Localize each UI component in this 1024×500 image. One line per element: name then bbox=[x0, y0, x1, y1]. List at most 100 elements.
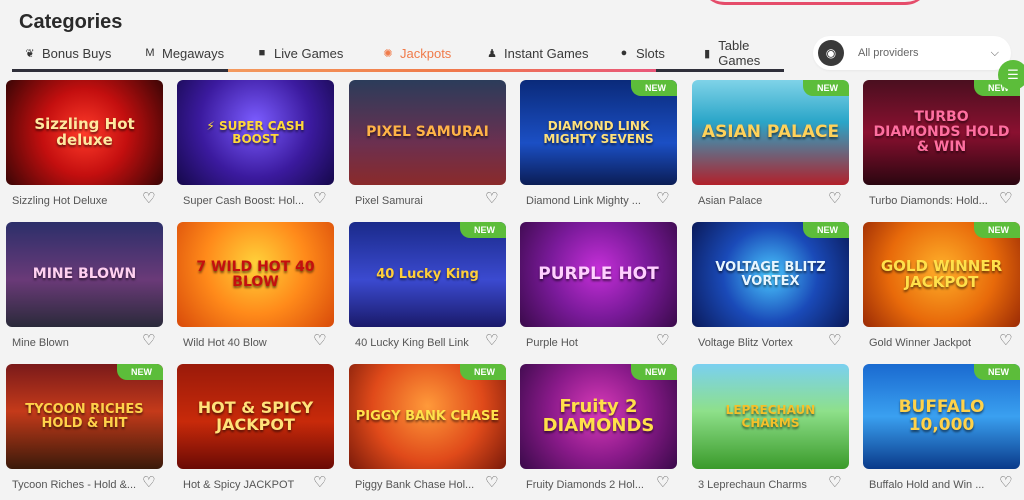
tab-label: Table Games bbox=[718, 38, 761, 68]
heart-icon[interactable]: ♡ bbox=[999, 333, 1012, 348]
game-title[interactable]: Super Cash Boost: Hol... bbox=[183, 195, 307, 207]
game-logo: ASIAN PALACE bbox=[701, 121, 840, 142]
game-card[interactable]: PURPLE HOT Purple Hot ♡ bbox=[520, 222, 677, 358]
game-thumbnail[interactable]: LEPRECHAUN CHARMS bbox=[692, 364, 849, 469]
game-card[interactable]: 40 Lucky King NEW 40 Lucky King Bell Link ♡ bbox=[349, 222, 506, 358]
chevron-down-icon: ⌵ bbox=[990, 46, 999, 59]
tab-megaways[interactable]: M Megaways bbox=[144, 38, 224, 68]
game-title[interactable]: Buffalo Hold and Win ... bbox=[869, 479, 993, 491]
game-card[interactable]: MINE BLOWN Mine Blown ♡ bbox=[6, 222, 163, 358]
provider-select[interactable]: ◉ All providers ⌵ bbox=[813, 36, 1011, 70]
game-card[interactable]: ASIAN PALACE NEW Asian Palace ♡ bbox=[692, 80, 849, 216]
game-thumbnail[interactable]: PURPLE HOT bbox=[520, 222, 677, 327]
game-thumbnail[interactable]: 40 Lucky King NEW bbox=[349, 222, 506, 327]
heart-icon[interactable]: ♡ bbox=[485, 333, 498, 348]
game-logo: HOT & SPICY JACKPOT bbox=[197, 397, 314, 434]
game-title[interactable]: Turbo Diamonds: Hold... bbox=[869, 195, 993, 207]
game-thumbnail[interactable]: VOLTAGE BLITZ VORTEX NEW bbox=[692, 222, 849, 327]
tab-bonus-buys[interactable]: ❦ Bonus Buys bbox=[24, 38, 111, 68]
heart-icon[interactable]: ♡ bbox=[313, 475, 326, 490]
new-badge: NEW bbox=[460, 364, 506, 380]
game-title[interactable]: Asian Palace bbox=[698, 195, 822, 207]
heart-icon[interactable]: ♡ bbox=[999, 475, 1012, 490]
game-title[interactable]: 40 Lucky King Bell Link bbox=[355, 337, 479, 349]
game-title[interactable]: Wild Hot 40 Blow bbox=[183, 337, 307, 349]
game-card[interactable]: Fruity 2 DIAMONDS NEW Fruity Diamonds 2 Ho… bbox=[520, 364, 677, 500]
game-thumbnail[interactable]: 7 WILD HOT 40 BLOW bbox=[177, 222, 334, 327]
game-title[interactable]: Piggy Bank Chase Hol... bbox=[355, 479, 479, 491]
game-thumbnail[interactable]: HOT & SPICY JACKPOT bbox=[177, 364, 334, 469]
game-logo: DIAMOND LINK MIGHTY SEVENS bbox=[543, 118, 654, 146]
new-badge: NEW bbox=[974, 364, 1020, 380]
heart-icon[interactable]: ♡ bbox=[828, 475, 841, 490]
game-thumbnail[interactable]: Fruity 2 DIAMONDS NEW bbox=[520, 364, 677, 469]
game-title[interactable]: Fruity Diamonds 2 Hol... bbox=[526, 479, 650, 491]
game-card[interactable]: DIAMOND LINK MIGHTY SEVENS NEW Diamond Lin… bbox=[520, 80, 677, 216]
heart-icon[interactable]: ♡ bbox=[656, 333, 669, 348]
game-title[interactable]: Mine Blown bbox=[12, 337, 136, 349]
game-card[interactable]: PIGGY BANK CHASE NEW Piggy Bank Chase Hol.… bbox=[349, 364, 506, 500]
tab-live-games[interactable]: ■ Live Games bbox=[256, 38, 344, 68]
game-title[interactable]: Hot & Spicy JACKPOT bbox=[183, 479, 307, 491]
game-title[interactable]: Diamond Link Mighty ... bbox=[526, 195, 650, 207]
game-thumbnail[interactable]: MINE BLOWN bbox=[6, 222, 163, 327]
new-badge: NEW bbox=[803, 80, 849, 96]
tab-instant-games[interactable]: ♟ Instant Games bbox=[486, 38, 588, 68]
game-thumbnail[interactable]: Sizzling Hot deluxe bbox=[6, 80, 163, 185]
game-title[interactable]: Voltage Blitz Vortex bbox=[698, 337, 822, 349]
game-thumbnail[interactable]: DIAMOND LINK MIGHTY SEVENS NEW bbox=[520, 80, 677, 185]
game-card[interactable]: GOLD WINNER JACKPOT NEW Gold Winner Jackpo… bbox=[863, 222, 1020, 358]
menu-icon: ☰ bbox=[1007, 67, 1019, 82]
game-title[interactable]: Gold Winner Jackpot bbox=[869, 337, 993, 349]
heart-icon[interactable]: ♡ bbox=[313, 191, 326, 206]
heart-icon[interactable]: ♡ bbox=[142, 191, 155, 206]
new-badge: NEW bbox=[117, 364, 163, 380]
heart-icon[interactable]: ♡ bbox=[485, 475, 498, 490]
game-logo: Sizzling Hot deluxe bbox=[34, 114, 135, 149]
game-card[interactable]: HOT & SPICY JACKPOT Hot & Spicy JACKPOT ♡ bbox=[177, 364, 334, 500]
heart-icon[interactable]: ♡ bbox=[656, 475, 669, 490]
game-title[interactable]: Tycoon Riches - Hold &... bbox=[12, 479, 136, 491]
game-card[interactable]: TYCOON RICHES HOLD & HIT NEW Tycoon Riches… bbox=[6, 364, 163, 500]
tab-label: Jackpots bbox=[400, 45, 452, 61]
menu-button[interactable]: ☰ bbox=[998, 60, 1024, 90]
tab-slots[interactable]: ● Slots bbox=[618, 38, 665, 68]
game-thumbnail[interactable]: TYCOON RICHES HOLD & HIT NEW bbox=[6, 364, 163, 469]
game-thumbnail[interactable]: PIGGY BANK CHASE NEW bbox=[349, 364, 506, 469]
game-card[interactable]: Sizzling Hot deluxe Sizzling Hot Deluxe ♡ bbox=[6, 80, 163, 216]
game-title[interactable]: Sizzling Hot Deluxe bbox=[12, 195, 136, 207]
game-card[interactable]: VOLTAGE BLITZ VORTEX NEW Voltage Blitz Vor… bbox=[692, 222, 849, 358]
heart-icon[interactable]: ♡ bbox=[142, 475, 155, 490]
game-thumbnail[interactable]: PIXEL SAMURAI bbox=[349, 80, 506, 185]
heart-icon[interactable]: ♡ bbox=[313, 333, 326, 348]
game-thumbnail[interactable]: GOLD WINNER JACKPOT NEW bbox=[863, 222, 1020, 327]
tab-jackpots[interactable]: ✺ Jackpots bbox=[382, 38, 451, 68]
game-card[interactable]: 7 WILD HOT 40 BLOW Wild Hot 40 Blow ♡ bbox=[177, 222, 334, 358]
game-thumbnail[interactable]: BUFFALO 10,000 NEW bbox=[863, 364, 1020, 469]
heart-icon[interactable]: ♡ bbox=[828, 191, 841, 206]
game-title[interactable]: 3 Leprechaun Charms bbox=[698, 479, 822, 491]
game-title[interactable]: Purple Hot bbox=[526, 337, 650, 349]
heart-icon[interactable]: ♡ bbox=[828, 333, 841, 348]
game-logo: MINE BLOWN bbox=[32, 266, 137, 283]
game-logo: PURPLE HOT bbox=[538, 263, 659, 284]
heart-icon[interactable]: ♡ bbox=[142, 333, 155, 348]
game-card[interactable]: PIXEL SAMURAI Pixel Samurai ♡ bbox=[349, 80, 506, 216]
heart-icon[interactable]: ♡ bbox=[485, 191, 498, 206]
game-card[interactable]: TURBO DIAMONDS HOLD & WIN NEW Turbo Diamon… bbox=[863, 80, 1020, 216]
game-logo: TURBO DIAMONDS HOLD & WIN bbox=[873, 109, 1010, 155]
game-title[interactable]: Pixel Samurai bbox=[355, 195, 479, 207]
game-thumbnail[interactable]: ⚡ SUPER CASH BOOST bbox=[177, 80, 334, 185]
tab-table-games[interactable]: ▮ Table Games bbox=[702, 38, 784, 68]
heart-icon[interactable]: ♡ bbox=[656, 191, 669, 206]
game-logo: Fruity 2 DIAMONDS bbox=[542, 395, 655, 436]
game-thumbnail[interactable]: ASIAN PALACE NEW bbox=[692, 80, 849, 185]
game-thumbnail[interactable]: TURBO DIAMONDS HOLD & WIN NEW bbox=[863, 80, 1020, 185]
game-card[interactable]: ⚡ SUPER CASH BOOST Super Cash Boost: Hol.… bbox=[177, 80, 334, 216]
game-card[interactable]: BUFFALO 10,000 NEW Buffalo Hold and Win ..… bbox=[863, 364, 1020, 500]
tab-label: Megaways bbox=[162, 45, 225, 61]
game-card[interactable]: LEPRECHAUN CHARMS 3 Leprechaun Charms ♡ bbox=[692, 364, 849, 500]
game-logo: 40 Lucky King bbox=[376, 266, 479, 282]
game-logo: GOLD WINNER JACKPOT bbox=[880, 256, 1003, 291]
heart-icon[interactable]: ♡ bbox=[999, 191, 1012, 206]
